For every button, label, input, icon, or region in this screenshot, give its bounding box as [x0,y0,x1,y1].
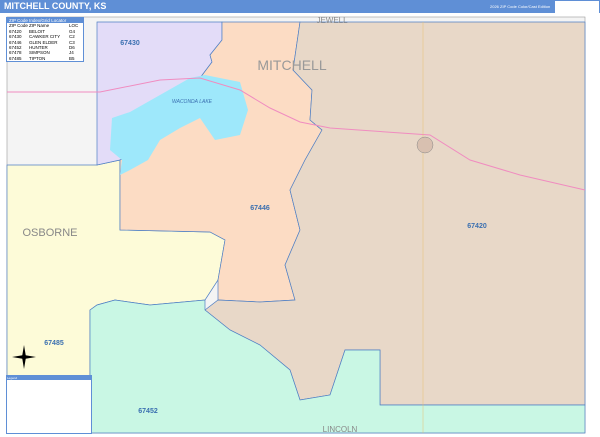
zip-code-map[interactable]: MITCHELL JEWELL OSBORNE LINCOLN WACONDA … [0,14,600,437]
county-label-jewell: JEWELL [316,16,348,25]
title-bar: MITCHELL COUNTY, KS 2026 ZIP Code Color/… [0,0,600,13]
legend-title: Legend [7,376,91,380]
zip-label-67485: 67485 [44,340,64,347]
beloit-town [416,136,434,154]
zip-label-67452: 67452 [138,408,158,415]
edition-label: 2026 ZIP Code Color/Cast Edition [490,4,551,9]
zip-label-67430: 67430 [120,40,140,47]
table-row: 67485 TIPTON B5 [9,55,75,61]
map-title: MITCHELL COUNTY, KS [4,1,107,11]
lake-label: WACONDA LAKE [172,99,213,105]
publisher-logo [555,1,599,13]
zip-label-67420: 67420 [467,223,487,230]
county-label-osborne: OSBORNE [22,227,77,239]
county-label-lincoln: LINCOLN [323,425,358,434]
county-label-mitchell: MITCHELL [257,57,326,73]
map-legend: Legend [6,375,92,434]
zip-index-table: ZIP Code Index/Grid Locator ZIP Code ZIP… [6,17,84,63]
zip-label-67446: 67446 [250,205,270,212]
